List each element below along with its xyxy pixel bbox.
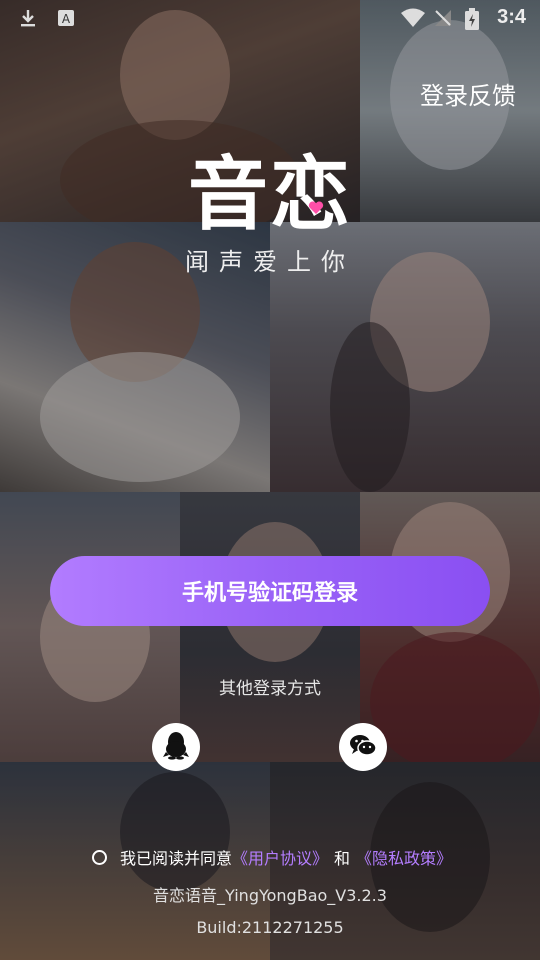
- svg-text:A: A: [62, 12, 71, 26]
- battery-charging-icon: [465, 7, 485, 30]
- wechat-icon: [349, 733, 377, 761]
- wechat-login-button[interactable]: [339, 723, 387, 771]
- login-feedback-link[interactable]: 登录反馈: [420, 76, 516, 111]
- other-login-methods-label: 其他登录方式: [219, 679, 321, 699]
- phone-code-login-button[interactable]: 手机号验证码登录: [50, 556, 490, 626]
- heart-icon: [308, 200, 324, 216]
- app-version-text: 音恋语音_YingYongBao_V3.2.3: [153, 886, 387, 905]
- status-time: 3:4: [497, 6, 526, 28]
- logo-title: 音恋: [188, 148, 352, 241]
- app-logo: 音恋 闻声爱上你: [170, 150, 370, 277]
- no-signal-icon: [433, 8, 453, 28]
- status-bar: A 3:4: [0, 0, 540, 36]
- wifi-icon: [401, 8, 426, 28]
- privacy-policy-link[interactable]: 《隐私政策》: [356, 845, 452, 869]
- background-dim-overlay: [0, 0, 540, 960]
- user-agreement-link[interactable]: 《用户协议》: [232, 845, 328, 869]
- qq-login-button[interactable]: [152, 723, 200, 771]
- agreement-row: 我已阅读并同意 《用户协议》 和 《隐私政策》: [92, 845, 452, 869]
- agreement-and: 和: [334, 849, 351, 868]
- photo-collage-background: [0, 0, 540, 960]
- logo-slogan: 闻声爱上你: [185, 248, 355, 276]
- agreement-checkbox[interactable]: [92, 849, 107, 865]
- qq-penguin-icon: [163, 730, 189, 764]
- build-number-text: Build:2112271255: [196, 918, 344, 937]
- keyboard-a-icon: A: [56, 8, 76, 28]
- agreement-prefix: 我已阅读并同意: [120, 849, 233, 868]
- download-icon: [18, 8, 38, 28]
